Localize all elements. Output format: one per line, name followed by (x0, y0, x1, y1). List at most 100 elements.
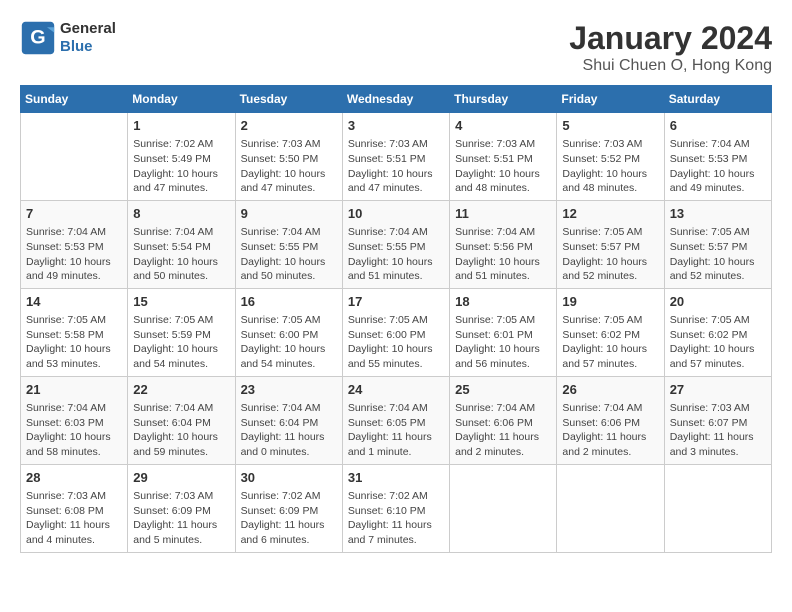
day-number: 7 (26, 205, 122, 223)
day-number: 12 (562, 205, 658, 223)
week-row-3: 14 Sunrise: 7:05 AMSunset: 5:58 PMDayligh… (21, 288, 772, 376)
calendar-cell: 9 Sunrise: 7:04 AMSunset: 5:55 PMDaylight… (235, 200, 342, 288)
calendar-cell: 13 Sunrise: 7:05 AMSunset: 5:57 PMDayligh… (664, 200, 771, 288)
calendar-cell: 3 Sunrise: 7:03 AMSunset: 5:51 PMDaylight… (342, 113, 449, 201)
day-info: Sunrise: 7:02 AMSunset: 5:49 PMDaylight:… (133, 137, 229, 196)
weekday-header-saturday: Saturday (664, 86, 771, 113)
calendar-cell: 2Sunrise: 7:03 AMSunset: 5:50 PMDaylight… (235, 113, 342, 201)
day-info: Sunrise: 7:02 AMSunset: 6:09 PMDaylight:… (241, 489, 337, 548)
day-info: Sunrise: 7:03 AMSunset: 6:08 PMDaylight:… (26, 489, 122, 548)
day-info: Sunrise: 7:04 AMSunset: 5:53 PMDaylight:… (670, 137, 766, 196)
day-number: 23 (241, 381, 337, 399)
day-info: Sunrise: 7:05 AMSunset: 6:02 PMDaylight:… (562, 313, 658, 372)
day-info: Sunrise: 7:04 AMSunset: 6:06 PMDaylight:… (562, 401, 658, 460)
calendar-cell: 12 Sunrise: 7:05 AMSunset: 5:57 PMDayligh… (557, 200, 664, 288)
weekday-header-thursday: Thursday (450, 86, 557, 113)
calendar-cell: 24 Sunrise: 7:04 AMSunset: 6:05 PMDayligh… (342, 376, 449, 464)
day-number: 31 (348, 469, 444, 487)
day-number: 22 (133, 381, 229, 399)
day-number: 11 (455, 205, 551, 223)
day-info: Sunrise: 7:04 AMSunset: 6:05 PMDaylight:… (348, 401, 444, 460)
day-number: 2 (241, 117, 337, 135)
calendar-title: January 2024 (569, 20, 772, 57)
calendar-cell: 27 Sunrise: 7:03 AMSunset: 6:07 PMDayligh… (664, 376, 771, 464)
calendar-table: SundayMondayTuesdayWednesdayThursdayFrid… (20, 85, 772, 553)
calendar-cell: 18 Sunrise: 7:05 AMSunset: 6:01 PMDayligh… (450, 288, 557, 376)
day-number: 10 (348, 205, 444, 223)
weekday-header-wednesday: Wednesday (342, 86, 449, 113)
day-info: Sunrise: 7:03 AMSunset: 5:52 PMDaylight:… (562, 137, 658, 196)
day-number: 28 (26, 469, 122, 487)
day-info: Sunrise: 7:05 AMSunset: 6:02 PMDaylight:… (670, 313, 766, 372)
calendar-cell: 30 Sunrise: 7:02 AMSunset: 6:09 PMDayligh… (235, 464, 342, 552)
day-number: 29 (133, 469, 229, 487)
day-number: 4 (455, 117, 551, 135)
day-info: Sunrise: 7:05 AMSunset: 6:01 PMDaylight:… (455, 313, 551, 372)
logo: G General Blue (20, 20, 116, 56)
calendar-cell: 21 Sunrise: 7:04 AMSunset: 6:03 PMDayligh… (21, 376, 128, 464)
week-row-2: 7 Sunrise: 7:04 AMSunset: 5:53 PMDaylight… (21, 200, 772, 288)
calendar-cell: 26Sunrise: 7:04 AMSunset: 6:06 PMDayligh… (557, 376, 664, 464)
day-info: Sunrise: 7:03 AMSunset: 5:51 PMDaylight:… (348, 137, 444, 196)
day-number: 25 (455, 381, 551, 399)
week-row-1: 1Sunrise: 7:02 AMSunset: 5:49 PMDaylight… (21, 113, 772, 201)
day-number: 15 (133, 293, 229, 311)
calendar-cell (557, 464, 664, 552)
calendar-cell: 5 Sunrise: 7:03 AMSunset: 5:52 PMDaylight… (557, 113, 664, 201)
calendar-cell (450, 464, 557, 552)
calendar-cell: 20 Sunrise: 7:05 AMSunset: 6:02 PMDayligh… (664, 288, 771, 376)
calendar-cell: 7 Sunrise: 7:04 AMSunset: 5:53 PMDaylight… (21, 200, 128, 288)
day-number: 21 (26, 381, 122, 399)
calendar-cell: 17 Sunrise: 7:05 AMSunset: 6:00 PMDayligh… (342, 288, 449, 376)
day-info: Sunrise: 7:05 AMSunset: 5:57 PMDaylight:… (670, 225, 766, 284)
day-number: 17 (348, 293, 444, 311)
day-number: 24 (348, 381, 444, 399)
day-number: 13 (670, 205, 766, 223)
day-info: Sunrise: 7:04 AMSunset: 5:53 PMDaylight:… (26, 225, 122, 284)
day-number: 30 (241, 469, 337, 487)
page-header: G General Blue January 2024 Shui Chuen O… (20, 20, 772, 75)
day-info: Sunrise: 7:04 AMSunset: 6:03 PMDaylight:… (26, 401, 122, 460)
day-number: 5 (562, 117, 658, 135)
calendar-cell: 15 Sunrise: 7:05 AMSunset: 5:59 PMDayligh… (128, 288, 235, 376)
day-info: Sunrise: 7:05 AMSunset: 6:00 PMDaylight:… (241, 313, 337, 372)
calendar-cell: 6Sunrise: 7:04 AMSunset: 5:53 PMDaylight… (664, 113, 771, 201)
day-number: 27 (670, 381, 766, 399)
calendar-cell: 14 Sunrise: 7:05 AMSunset: 5:58 PMDayligh… (21, 288, 128, 376)
day-info: Sunrise: 7:04 AMSunset: 5:54 PMDaylight:… (133, 225, 229, 284)
calendar-cell: 22 Sunrise: 7:04 AMSunset: 6:04 PMDayligh… (128, 376, 235, 464)
calendar-cell: 31 Sunrise: 7:02 AMSunset: 6:10 PMDayligh… (342, 464, 449, 552)
weekday-header-sunday: Sunday (21, 86, 128, 113)
day-number: 20 (670, 293, 766, 311)
day-number: 16 (241, 293, 337, 311)
logo-text-blue: Blue (60, 38, 116, 56)
day-number: 9 (241, 205, 337, 223)
calendar-cell: 11Sunrise: 7:04 AMSunset: 5:56 PMDayligh… (450, 200, 557, 288)
day-info: Sunrise: 7:05 AMSunset: 5:57 PMDaylight:… (562, 225, 658, 284)
logo-icon: G (20, 20, 56, 56)
day-info: Sunrise: 7:05 AMSunset: 6:00 PMDaylight:… (348, 313, 444, 372)
calendar-cell: 28 Sunrise: 7:03 AMSunset: 6:08 PMDayligh… (21, 464, 128, 552)
calendar-cell: 23 Sunrise: 7:04 AMSunset: 6:04 PMDayligh… (235, 376, 342, 464)
svg-text:G: G (30, 26, 45, 48)
day-info: Sunrise: 7:05 AMSunset: 5:58 PMDaylight:… (26, 313, 122, 372)
title-block: January 2024 Shui Chuen O, Hong Kong (569, 20, 772, 75)
day-number: 14 (26, 293, 122, 311)
calendar-cell: 16 Sunrise: 7:05 AMSunset: 6:00 PMDayligh… (235, 288, 342, 376)
day-info: Sunrise: 7:03 AMSunset: 6:07 PMDaylight:… (670, 401, 766, 460)
calendar-cell: 1Sunrise: 7:02 AMSunset: 5:49 PMDaylight… (128, 113, 235, 201)
day-info: Sunrise: 7:04 AMSunset: 6:06 PMDaylight:… (455, 401, 551, 460)
day-info: Sunrise: 7:02 AMSunset: 6:10 PMDaylight:… (348, 489, 444, 548)
day-number: 18 (455, 293, 551, 311)
day-info: Sunrise: 7:04 AMSunset: 5:55 PMDaylight:… (348, 225, 444, 284)
day-number: 3 (348, 117, 444, 135)
day-info: Sunrise: 7:04 AMSunset: 5:55 PMDaylight:… (241, 225, 337, 284)
calendar-cell: 25 Sunrise: 7:04 AMSunset: 6:06 PMDayligh… (450, 376, 557, 464)
weekday-header-tuesday: Tuesday (235, 86, 342, 113)
weekday-header-row: SundayMondayTuesdayWednesdayThursdayFrid… (21, 86, 772, 113)
day-info: Sunrise: 7:04 AMSunset: 6:04 PMDaylight:… (133, 401, 229, 460)
day-info: Sunrise: 7:05 AMSunset: 5:59 PMDaylight:… (133, 313, 229, 372)
weekday-header-monday: Monday (128, 86, 235, 113)
day-info: Sunrise: 7:04 AMSunset: 6:04 PMDaylight:… (241, 401, 337, 460)
week-row-4: 21 Sunrise: 7:04 AMSunset: 6:03 PMDayligh… (21, 376, 772, 464)
